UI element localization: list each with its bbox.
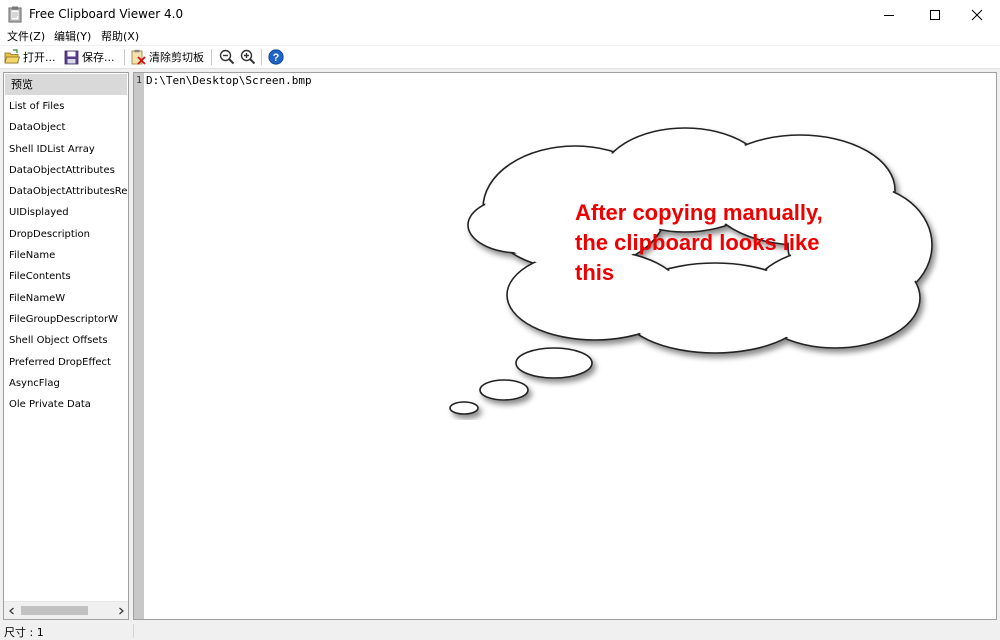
clear-clipboard-button[interactable]: 清除剪切板 xyxy=(130,47,204,67)
zoom-in-icon xyxy=(240,49,256,65)
status-bar: 尺寸 : 1 xyxy=(0,622,1000,640)
menu-edit[interactable]: 编辑(Y) xyxy=(54,29,91,44)
list-item[interactable]: Shell Object Offsets xyxy=(4,330,128,351)
chevron-right-icon xyxy=(118,607,124,614)
callout-line: After copying manually, xyxy=(575,200,823,225)
format-list[interactable]: 预览 List of Files DataObject Shell IDList… xyxy=(4,73,128,415)
list-item[interactable]: UIDisplayed xyxy=(4,202,128,223)
save-button[interactable]: 保存... xyxy=(64,47,115,67)
menu-bar: 文件(Z) 编辑(Y) 帮助(X) xyxy=(0,29,1000,45)
close-icon xyxy=(971,9,983,20)
list-item[interactable]: FileGroupDescriptorW xyxy=(4,309,128,330)
open-folder-icon xyxy=(4,49,20,64)
zoom-in-button[interactable] xyxy=(240,47,259,67)
list-item[interactable]: Preferred DropEffect xyxy=(4,352,128,373)
minimize-button[interactable] xyxy=(866,0,912,29)
minimize-icon xyxy=(884,14,894,16)
list-item[interactable]: DataObjectAttributes xyxy=(4,160,128,181)
scroll-right-button[interactable] xyxy=(113,602,128,619)
open-label: 打开... xyxy=(23,51,56,64)
toolbar: 打开... 保存... 清除剪切板 ? xyxy=(0,46,1000,69)
list-item[interactable]: Ole Private Data xyxy=(4,394,128,415)
save-label: 保存... xyxy=(82,51,115,64)
menu-file[interactable]: 文件(Z) xyxy=(7,29,45,44)
toolbar-separator xyxy=(261,49,262,65)
format-list-panel: 预览 List of Files DataObject Shell IDList… xyxy=(3,72,129,620)
maximize-icon xyxy=(930,9,940,20)
maximize-button[interactable] xyxy=(912,0,958,29)
zoom-out-icon xyxy=(219,49,235,65)
clipboard-app-icon xyxy=(8,6,22,23)
list-item[interactable]: DropDescription xyxy=(4,224,128,245)
clear-clipboard-icon xyxy=(131,49,146,65)
line-number-gutter xyxy=(134,73,144,619)
clipboard-content-line[interactable]: D:\Ten\Desktop\Screen.bmp xyxy=(146,74,312,87)
menu-help[interactable]: 帮助(X) xyxy=(101,29,139,44)
list-item[interactable]: List of Files xyxy=(4,96,128,117)
window-title: Free Clipboard Viewer 4.0 xyxy=(29,7,184,21)
list-item[interactable]: FileName xyxy=(4,245,128,266)
callout-text: After copying manually, the clipboard lo… xyxy=(575,198,875,288)
close-button[interactable] xyxy=(954,0,1000,29)
chevron-left-icon xyxy=(8,607,14,614)
open-button[interactable]: 打开... xyxy=(4,47,56,67)
callout-line: this xyxy=(575,260,615,285)
list-item[interactable]: DataObject xyxy=(4,117,128,138)
toolbar-separator xyxy=(124,49,125,65)
callout-line: the clipboard looks like xyxy=(575,230,820,255)
help-icon: ? xyxy=(268,49,284,65)
list-item[interactable]: FileContents xyxy=(4,266,128,287)
status-separator xyxy=(133,624,134,638)
zoom-out-button[interactable] xyxy=(219,47,238,67)
list-item-preview[interactable]: 预览 xyxy=(5,74,127,95)
clear-clipboard-label: 清除剪切板 xyxy=(149,51,204,64)
list-item[interactable]: Shell IDList Array xyxy=(4,139,128,160)
title-bar: Free Clipboard Viewer 4.0 xyxy=(0,0,1000,29)
scroll-left-button[interactable] xyxy=(4,602,19,619)
help-button[interactable]: ? xyxy=(268,47,287,67)
save-disk-icon xyxy=(64,50,79,64)
list-item[interactable]: DataObjectAttributesRequiringElevation xyxy=(4,181,128,202)
list-item[interactable]: AsyncFlag xyxy=(4,373,128,394)
line-number: 1 xyxy=(136,75,143,86)
toolbar-separator xyxy=(211,49,212,65)
svg-text:?: ? xyxy=(273,52,280,64)
horizontal-scrollbar[interactable] xyxy=(4,601,128,619)
list-item[interactable]: FileNameW xyxy=(4,288,128,309)
status-size: 尺寸 : 1 xyxy=(4,626,44,639)
scrollbar-thumb[interactable] xyxy=(21,606,88,615)
